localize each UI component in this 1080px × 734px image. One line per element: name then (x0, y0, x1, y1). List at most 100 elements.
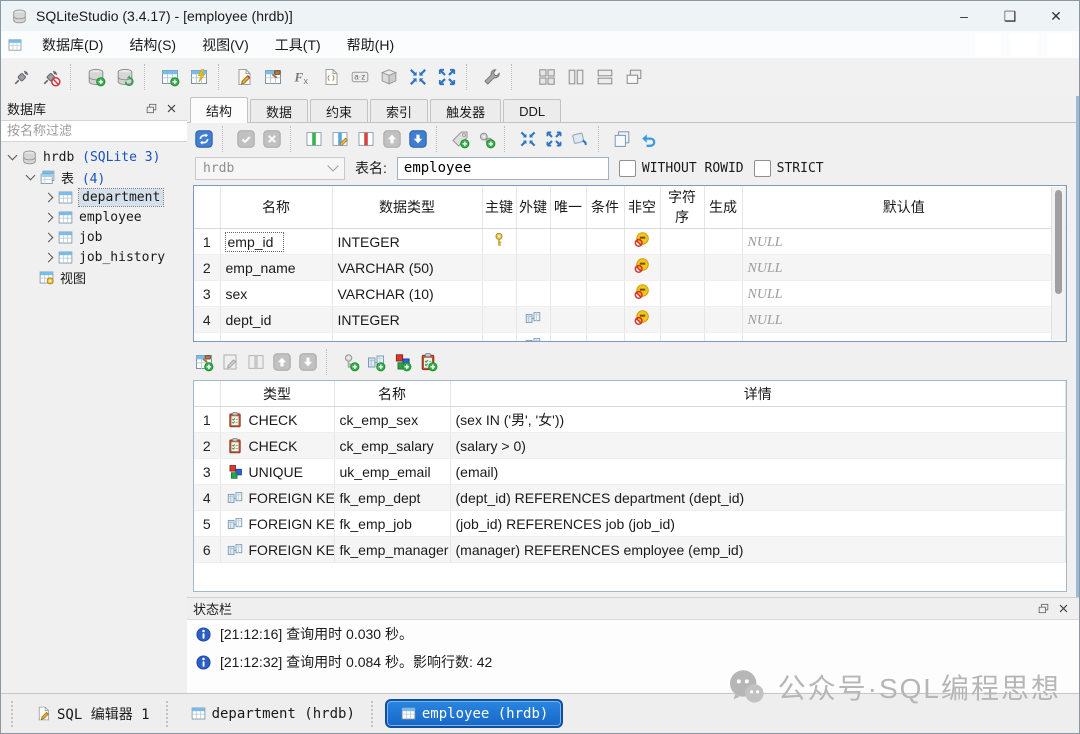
fk-cell[interactable] (516, 307, 550, 333)
constraint-type-cell[interactable]: CHECK (220, 407, 334, 433)
close-panel-icon[interactable] (1053, 600, 1073, 618)
constraint-details-cell[interactable]: (salary > 0) (450, 433, 1066, 459)
constraint-row[interactable]: 5FOREIGN KEYfk_emp_job(job_id) REFERENCE… (194, 511, 1066, 537)
taskbar-item-SQL-1[interactable]: SQL 编辑器 1 (25, 700, 160, 728)
generated-cell[interactable] (704, 307, 742, 333)
float-panel-icon[interactable] (1033, 600, 1053, 618)
fk-cell[interactable] (516, 255, 550, 281)
plug-connect-button[interactable] (7, 63, 36, 92)
undo-button[interactable] (635, 126, 661, 152)
pk-cell[interactable] (482, 229, 516, 255)
column-delete-button[interactable] (353, 126, 379, 152)
column-name-cell[interactable]: emp_name (220, 255, 332, 281)
constraint-row[interactable]: 2CHECKck_emp_salary(salary > 0) (194, 433, 1066, 459)
notnull-cell[interactable] (624, 255, 660, 281)
row-number[interactable]: 3 (194, 459, 220, 485)
default-value-cell[interactable]: NULL (742, 307, 1066, 333)
tab-约束[interactable]: 约束 (310, 99, 368, 122)
column-add-button[interactable] (301, 126, 327, 152)
extensions-button[interactable] (374, 63, 403, 92)
shrink-panels-button[interactable] (403, 63, 432, 92)
constraint-name-cell[interactable]: fk_emp_dept (334, 485, 450, 511)
column-type-cell[interactable]: INTEGER (332, 333, 482, 343)
tree-item-表[interactable]: 表 (4) (1, 167, 187, 187)
pk-cell[interactable] (482, 333, 516, 343)
default-value-cell[interactable]: NULL (742, 333, 1066, 343)
constraint-add-button[interactable] (191, 349, 217, 375)
column-header[interactable]: 非空 (624, 186, 660, 229)
columns-grid-scrollbar[interactable] (1051, 187, 1065, 340)
database-refresh-button[interactable] (110, 63, 139, 92)
unique-add-button[interactable] (389, 349, 415, 375)
maximize-button[interactable]: ❑ (987, 1, 1033, 31)
column-header[interactable]: 名称 (220, 186, 332, 229)
expander-right-icon[interactable] (44, 192, 54, 202)
column-row[interactable]: 5managerINTEGER NULL (194, 333, 1066, 343)
expander-right-icon[interactable] (44, 252, 54, 262)
expander-right-icon[interactable] (44, 212, 54, 222)
column-row[interactable]: 3sexVARCHAR (10)NULL (194, 281, 1066, 307)
row-number[interactable]: 5 (194, 333, 220, 343)
check-cell[interactable] (586, 229, 624, 255)
tree-item-employee[interactable]: employee (1, 207, 187, 227)
constraint-name-cell[interactable]: fk_emp_manager (334, 537, 450, 563)
row-number[interactable]: 6 (194, 537, 220, 563)
unique-cell[interactable] (550, 229, 586, 255)
database-add-button[interactable] (81, 63, 110, 92)
unique-cell[interactable] (550, 281, 586, 307)
tree-item-department[interactable]: department (1, 187, 187, 207)
constraint-name-cell[interactable]: ck_emp_salary (334, 433, 450, 459)
mdi-tile-button[interactable] (532, 63, 561, 92)
constraint-details-cell[interactable]: (email) (450, 459, 1066, 485)
pk-add-button[interactable] (337, 349, 363, 375)
constraint-type-cell[interactable]: FOREIGN KEY (220, 511, 334, 537)
unique-cell[interactable] (550, 333, 586, 343)
notnull-cell[interactable] (624, 333, 660, 343)
minimize-button[interactable]: – (941, 1, 987, 31)
column-header[interactable]: 主键 (482, 186, 516, 229)
mdi-split-vertical-button[interactable] (561, 63, 590, 92)
constraint-type-cell[interactable]: FOREIGN KEY (220, 537, 334, 563)
column-header[interactable]: 默认值 (742, 186, 1066, 229)
tab-结构[interactable]: 结构 (190, 97, 248, 123)
collate-cell[interactable] (660, 255, 704, 281)
copy-table-button[interactable] (609, 126, 635, 152)
column-header[interactable]: 字符序 (660, 186, 704, 229)
tree-item-job[interactable]: job (1, 227, 187, 247)
constraint-type-cell[interactable]: UNIQUE (220, 459, 334, 485)
notnull-cell[interactable] (624, 307, 660, 333)
constraint-type-cell[interactable]: FOREIGN KEY (220, 485, 334, 511)
sql-functions-button[interactable]: Fx (287, 63, 316, 92)
default-value-cell[interactable]: NULL (742, 281, 1066, 307)
column-name-cell[interactable]: dept_id (220, 307, 332, 333)
fk-cell[interactable] (516, 333, 550, 343)
constraint-row[interactable]: 4FOREIGN KEYfk_emp_dept(dept_id) REFEREN… (194, 485, 1066, 511)
check-cell[interactable] (586, 281, 624, 307)
tab-DDL[interactable]: DDL (503, 99, 561, 122)
config-wrench-button[interactable] (477, 63, 506, 92)
float-panel-icon[interactable] (141, 99, 161, 117)
column-name-cell[interactable]: manager (220, 333, 332, 343)
collate-cell[interactable] (660, 229, 704, 255)
column-name-cell[interactable]: sex (220, 281, 332, 307)
notnull-cell[interactable] (624, 281, 660, 307)
constraint-type-cell[interactable]: CHECK (220, 433, 334, 459)
ddl-history-button[interactable] (316, 63, 345, 92)
default-value-cell[interactable]: NULL (742, 229, 1066, 255)
row-number[interactable]: 4 (194, 485, 220, 511)
tab-数据[interactable]: 数据 (250, 99, 308, 122)
default-value-cell[interactable]: NULL (742, 255, 1066, 281)
row-number[interactable]: 2 (194, 433, 220, 459)
tree-item-hrdb[interactable]: hrdb (SQLite 3) (1, 147, 187, 167)
move-down-button[interactable] (405, 126, 431, 152)
unique-cell[interactable] (550, 307, 586, 333)
expander-right-icon[interactable] (44, 232, 54, 242)
collate-cell[interactable] (660, 307, 704, 333)
row-number[interactable]: 1 (194, 229, 220, 255)
constraint-details-cell[interactable]: (job_id) REFERENCES job (job_id) (450, 511, 1066, 537)
close-panel-icon[interactable] (161, 99, 181, 117)
constraint-details-cell[interactable]: (manager) REFERENCES employee (emp_id) (450, 537, 1066, 563)
mdi-split-horizontal-button[interactable] (590, 63, 619, 92)
row-number[interactable]: 5 (194, 511, 220, 537)
menu-item[interactable]: 数据库(D) (29, 31, 116, 58)
